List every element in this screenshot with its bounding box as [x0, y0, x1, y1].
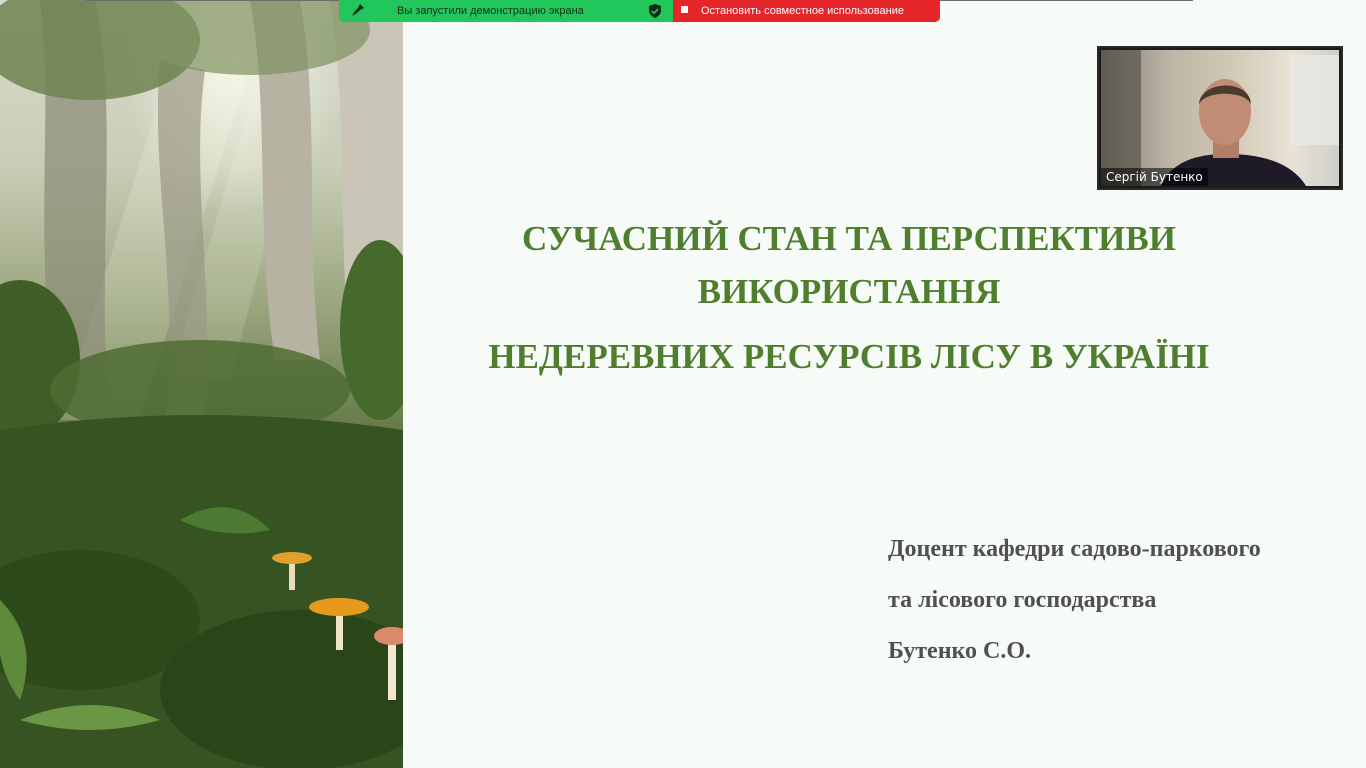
stop-square-icon [681, 6, 688, 13]
stop-sharing-button[interactable]: Остановить совместное использование [673, 0, 940, 22]
forest-image [0, 0, 403, 768]
title-line-2: ВИКОРИСТАННЯ [697, 272, 1001, 311]
title-line-3: НЕДЕРЕВНИХ РЕСУРСІВ ЛІСУ В УКРАЇНІ [488, 337, 1210, 376]
slide-title: СУЧАСНИЙ СТАН ТА ПЕРСПЕКТИВИ ВИКОРИСТАНН… [430, 212, 1268, 383]
author-line-2: та лісового господарства [888, 587, 1157, 613]
participant-name-label: Сергій Бутенко [1101, 168, 1208, 186]
share-status-text: Вы запустили демонстрацию экрана [397, 5, 584, 17]
participant-video-feed [1101, 50, 1339, 186]
author-line-1: Доцент кафедри садово-паркового [888, 536, 1261, 562]
author-info: Доцент кафедри садово-паркового та лісов… [888, 524, 1358, 677]
title-line-1: СУЧАСНИЙ СТАН ТА ПЕРСПЕКТИВИ [522, 219, 1176, 258]
author-line-3: Бутенко С.О. [888, 638, 1032, 664]
participant-video-tile[interactable]: Сергій Бутенко [1097, 46, 1343, 190]
stop-sharing-label: Остановить совместное использование [701, 5, 904, 17]
shield-check-icon[interactable] [649, 4, 661, 21]
pin-icon[interactable] [351, 3, 365, 20]
screen-share-toolbar: Вы запустили демонстрацию экрана Останов… [339, 0, 940, 22]
share-status-area[interactable]: Вы запустили демонстрацию экрана [339, 0, 673, 22]
